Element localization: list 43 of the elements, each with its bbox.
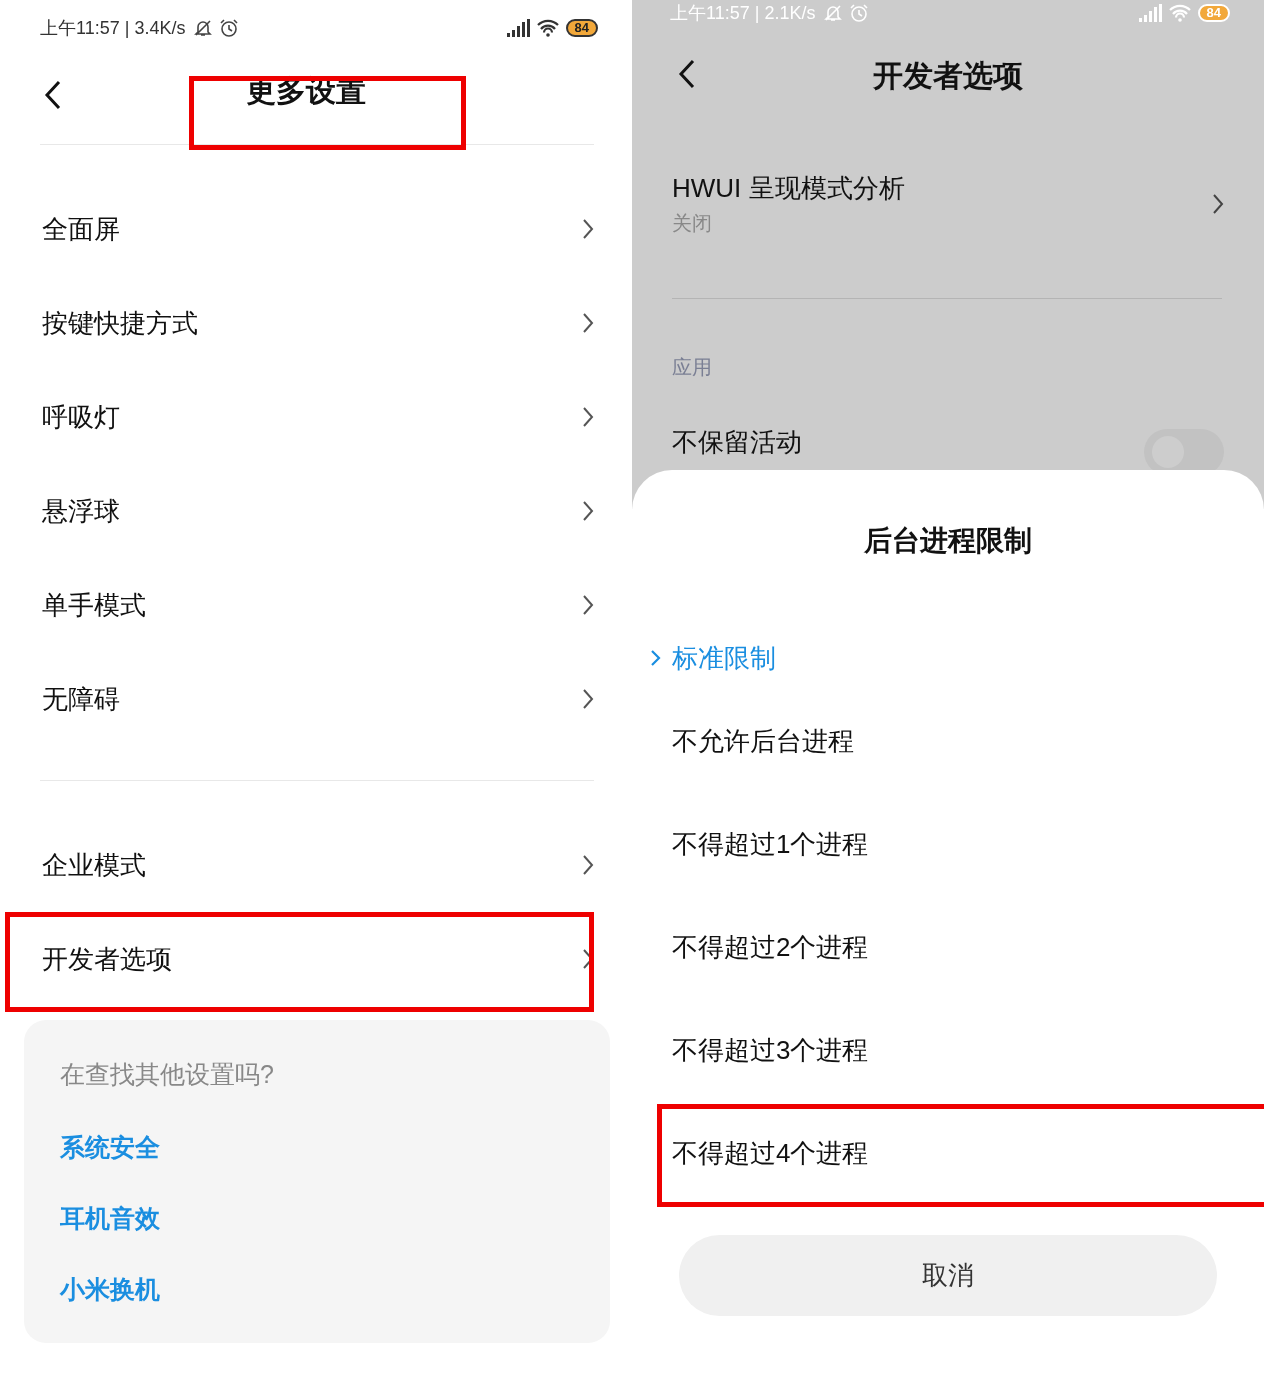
settings-item[interactable]: 全面屏 [42,182,594,276]
wifi-icon [535,19,560,37]
battery-indicator: 84 [565,19,598,37]
chevron-icon [582,688,594,710]
status-text: 上午11:57 | 3.4K/s [40,17,186,40]
chevron-icon [1212,193,1224,215]
sheet-title: 后台进程限制 [864,524,1032,558]
option-item[interactable]: 不允许后台进程 [632,690,1264,793]
signal-icon [505,19,530,37]
chevron-icon [650,649,661,667]
section-header: 应用 [672,355,713,380]
chevron-icon [582,854,594,876]
settings-item[interactable]: 呼吸灯 [42,370,594,464]
back-icon[interactable] [678,59,696,89]
option-item[interactable]: 不得超过3个进程 [632,999,1264,1102]
settings-item[interactable]: 按键快捷方式 [42,276,594,370]
wifi-icon [1167,4,1192,22]
chevron-icon [582,312,594,334]
chevron-icon [582,594,594,616]
settings-item[interactable]: 开发者选项 [42,912,594,1006]
alarm-icon [219,18,240,38]
page-title: 开发者选项 [873,58,1023,92]
option-item[interactable]: 不得超过2个进程 [632,896,1264,999]
chevron-icon [582,218,594,240]
battery-indicator: 84 [1197,4,1230,22]
chevron-icon [582,406,594,428]
setting-label: 不保留活动 [672,425,802,459]
option-item[interactable]: 不得超过4个进程 [632,1102,1264,1205]
signal-icon [1137,4,1162,22]
back-icon[interactable] [44,80,62,110]
card-title: 在查找其他设置吗? [60,1059,274,1090]
cancel-button[interactable]: 取消 [679,1235,1217,1316]
bell-off-icon [193,18,214,38]
bell-off-icon [823,3,844,23]
settings-item[interactable]: HWUI 呈现模式分析 关闭 [672,154,1224,254]
chevron-icon [582,500,594,522]
settings-item[interactable]: 悬浮球 [42,464,594,558]
settings-item[interactable]: 单手模式 [42,558,594,652]
option-item[interactable]: 不得超过1个进程 [632,793,1264,896]
settings-item[interactable]: 企业模式 [42,818,594,912]
alarm-icon [849,3,870,23]
option-item[interactable]: 标准限制 [632,626,1264,690]
settings-item[interactable]: 无障碍 [42,652,594,746]
